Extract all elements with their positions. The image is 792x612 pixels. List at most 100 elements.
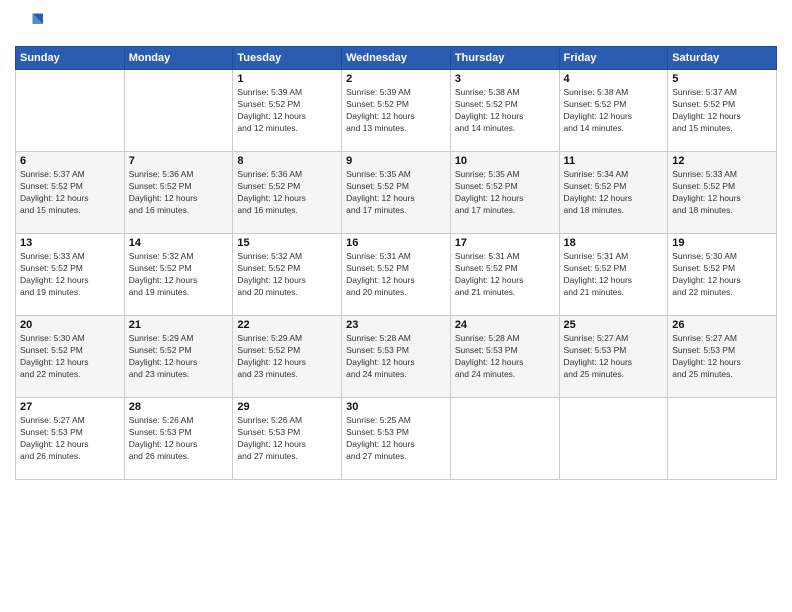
- day-info: Sunrise: 5:30 AM Sunset: 5:52 PM Dayligh…: [672, 251, 772, 299]
- day-number: 11: [564, 155, 664, 167]
- day-info: Sunrise: 5:36 AM Sunset: 5:52 PM Dayligh…: [129, 169, 229, 217]
- calendar-cell: 9 Sunrise: 5:35 AM Sunset: 5:52 PM Daylig…: [342, 152, 451, 234]
- day-info: Sunrise: 5:37 AM Sunset: 5:52 PM Dayligh…: [672, 87, 772, 135]
- day-number: 22: [237, 319, 337, 331]
- day-info: Sunrise: 5:36 AM Sunset: 5:52 PM Dayligh…: [237, 169, 337, 217]
- day-info: Sunrise: 5:27 AM Sunset: 5:53 PM Dayligh…: [20, 415, 120, 463]
- day-number: 10: [455, 155, 555, 167]
- day-number: 25: [564, 319, 664, 331]
- day-info: Sunrise: 5:27 AM Sunset: 5:53 PM Dayligh…: [564, 333, 664, 381]
- day-number: 26: [672, 319, 772, 331]
- calendar-cell: 30Sunrise: 5:25 AM Sunset: 5:53 PM Dayli…: [342, 398, 451, 480]
- calendar-cell: 6 Sunrise: 5:37 AM Sunset: 5:52 PM Daylig…: [16, 152, 125, 234]
- day-number: 29: [237, 401, 337, 413]
- day-info: Sunrise: 5:28 AM Sunset: 5:53 PM Dayligh…: [346, 333, 446, 381]
- calendar-header-tuesday: Tuesday: [233, 47, 342, 70]
- calendar-cell: 16 Sunrise: 5:31 AM Sunset: 5:52 PM Dayli…: [342, 234, 451, 316]
- calendar-cell: 11 Sunrise: 5:34 AM Sunset: 5:52 PM Dayli…: [559, 152, 668, 234]
- day-number: 7: [129, 155, 229, 167]
- day-info: Sunrise: 5:38 AM Sunset: 5:52 PM Dayligh…: [455, 87, 555, 135]
- calendar-cell: 7 Sunrise: 5:36 AM Sunset: 5:52 PM Daylig…: [124, 152, 233, 234]
- day-number: 27: [20, 401, 120, 413]
- day-info: Sunrise: 5:29 AM Sunset: 5:52 PM Dayligh…: [129, 333, 229, 381]
- day-number: 6: [20, 155, 120, 167]
- calendar-cell: 19 Sunrise: 5:30 AM Sunset: 5:52 PM Dayli…: [668, 234, 777, 316]
- day-info: Sunrise: 5:35 AM Sunset: 5:52 PM Dayligh…: [346, 169, 446, 217]
- day-info: Sunrise: 5:37 AM Sunset: 5:52 PM Dayligh…: [20, 169, 120, 217]
- day-number: 4: [564, 73, 664, 85]
- day-number: 9: [346, 155, 446, 167]
- day-number: 21: [129, 319, 229, 331]
- day-info: Sunrise: 5:35 AM Sunset: 5:52 PM Dayligh…: [455, 169, 555, 217]
- day-number: 8: [237, 155, 337, 167]
- calendar-cell: [668, 398, 777, 480]
- day-info: Sunrise: 5:26 AM Sunset: 5:53 PM Dayligh…: [129, 415, 229, 463]
- day-number: 14: [129, 237, 229, 249]
- calendar-cell: 27 Sunrise: 5:27 AM Sunset: 5:53 PM Dayli…: [16, 398, 125, 480]
- calendar-cell: [16, 70, 125, 152]
- day-info: Sunrise: 5:38 AM Sunset: 5:52 PM Dayligh…: [564, 87, 664, 135]
- calendar-cell: 3Sunrise: 5:38 AM Sunset: 5:52 PM Daylig…: [450, 70, 559, 152]
- calendar-cell: 18Sunrise: 5:31 AM Sunset: 5:52 PM Dayli…: [559, 234, 668, 316]
- day-number: 17: [455, 237, 555, 249]
- day-info: Sunrise: 5:33 AM Sunset: 5:52 PM Dayligh…: [20, 251, 120, 299]
- day-number: 19: [672, 237, 772, 249]
- calendar-cell: [559, 398, 668, 480]
- calendar-cell: 26 Sunrise: 5:27 AM Sunset: 5:53 PM Dayli…: [668, 316, 777, 398]
- calendar-week-2: 6 Sunrise: 5:37 AM Sunset: 5:52 PM Daylig…: [16, 152, 777, 234]
- day-number: 16: [346, 237, 446, 249]
- calendar-cell: 1 Sunrise: 5:39 AM Sunset: 5:52 PM Daylig…: [233, 70, 342, 152]
- calendar-week-1: 1 Sunrise: 5:39 AM Sunset: 5:52 PM Daylig…: [16, 70, 777, 152]
- calendar-week-3: 13 Sunrise: 5:33 AM Sunset: 5:52 PM Dayli…: [16, 234, 777, 316]
- day-info: Sunrise: 5:34 AM Sunset: 5:52 PM Dayligh…: [564, 169, 664, 217]
- day-number: 12: [672, 155, 772, 167]
- calendar-cell: 13 Sunrise: 5:33 AM Sunset: 5:52 PM Dayli…: [16, 234, 125, 316]
- calendar-header-row: SundayMondayTuesdayWednesdayThursdayFrid…: [16, 47, 777, 70]
- calendar-header-wednesday: Wednesday: [342, 47, 451, 70]
- day-info: Sunrise: 5:39 AM Sunset: 5:52 PM Dayligh…: [237, 87, 337, 135]
- day-number: 13: [20, 237, 120, 249]
- calendar-cell: 22 Sunrise: 5:29 AM Sunset: 5:52 PM Dayli…: [233, 316, 342, 398]
- calendar-week-5: 27 Sunrise: 5:27 AM Sunset: 5:53 PM Dayli…: [16, 398, 777, 480]
- logo: [15, 10, 47, 38]
- calendar-cell: 4 Sunrise: 5:38 AM Sunset: 5:52 PM Daylig…: [559, 70, 668, 152]
- day-number: 23: [346, 319, 446, 331]
- day-info: Sunrise: 5:31 AM Sunset: 5:52 PM Dayligh…: [346, 251, 446, 299]
- calendar-cell: 17 Sunrise: 5:31 AM Sunset: 5:52 PM Dayli…: [450, 234, 559, 316]
- calendar-week-4: 20 Sunrise: 5:30 AM Sunset: 5:52 PM Dayli…: [16, 316, 777, 398]
- calendar-cell: 15 Sunrise: 5:32 AM Sunset: 5:52 PM Dayli…: [233, 234, 342, 316]
- day-number: 2: [346, 73, 446, 85]
- logo-icon: [15, 10, 43, 38]
- day-info: Sunrise: 5:29 AM Sunset: 5:52 PM Dayligh…: [237, 333, 337, 381]
- calendar-cell: 8 Sunrise: 5:36 AM Sunset: 5:52 PM Daylig…: [233, 152, 342, 234]
- day-info: Sunrise: 5:31 AM Sunset: 5:52 PM Dayligh…: [564, 251, 664, 299]
- calendar-table: SundayMondayTuesdayWednesdayThursdayFrid…: [15, 46, 777, 480]
- day-info: Sunrise: 5:25 AM Sunset: 5:53 PM Dayligh…: [346, 415, 446, 463]
- day-info: Sunrise: 5:26 AM Sunset: 5:53 PM Dayligh…: [237, 415, 337, 463]
- calendar-header-saturday: Saturday: [668, 47, 777, 70]
- calendar-header-sunday: Sunday: [16, 47, 125, 70]
- day-number: 20: [20, 319, 120, 331]
- day-number: 15: [237, 237, 337, 249]
- calendar-cell: 5 Sunrise: 5:37 AM Sunset: 5:52 PM Daylig…: [668, 70, 777, 152]
- day-number: 1: [237, 73, 337, 85]
- day-info: Sunrise: 5:30 AM Sunset: 5:52 PM Dayligh…: [20, 333, 120, 381]
- calendar-cell: 28Sunrise: 5:26 AM Sunset: 5:53 PM Dayli…: [124, 398, 233, 480]
- day-info: Sunrise: 5:39 AM Sunset: 5:52 PM Dayligh…: [346, 87, 446, 135]
- calendar-cell: [124, 70, 233, 152]
- calendar-cell: 12Sunrise: 5:33 AM Sunset: 5:52 PM Dayli…: [668, 152, 777, 234]
- day-info: Sunrise: 5:32 AM Sunset: 5:52 PM Dayligh…: [237, 251, 337, 299]
- day-info: Sunrise: 5:31 AM Sunset: 5:52 PM Dayligh…: [455, 251, 555, 299]
- calendar-cell: 29 Sunrise: 5:26 AM Sunset: 5:53 PM Dayli…: [233, 398, 342, 480]
- calendar-header-monday: Monday: [124, 47, 233, 70]
- calendar-cell: 14Sunrise: 5:32 AM Sunset: 5:52 PM Dayli…: [124, 234, 233, 316]
- calendar-header-friday: Friday: [559, 47, 668, 70]
- calendar-cell: 10 Sunrise: 5:35 AM Sunset: 5:52 PM Dayli…: [450, 152, 559, 234]
- day-info: Sunrise: 5:27 AM Sunset: 5:53 PM Dayligh…: [672, 333, 772, 381]
- calendar-cell: 2 Sunrise: 5:39 AM Sunset: 5:52 PM Daylig…: [342, 70, 451, 152]
- day-number: 5: [672, 73, 772, 85]
- day-number: 24: [455, 319, 555, 331]
- calendar-cell: [450, 398, 559, 480]
- calendar-cell: 20 Sunrise: 5:30 AM Sunset: 5:52 PM Dayli…: [16, 316, 125, 398]
- page: SundayMondayTuesdayWednesdayThursdayFrid…: [0, 0, 792, 612]
